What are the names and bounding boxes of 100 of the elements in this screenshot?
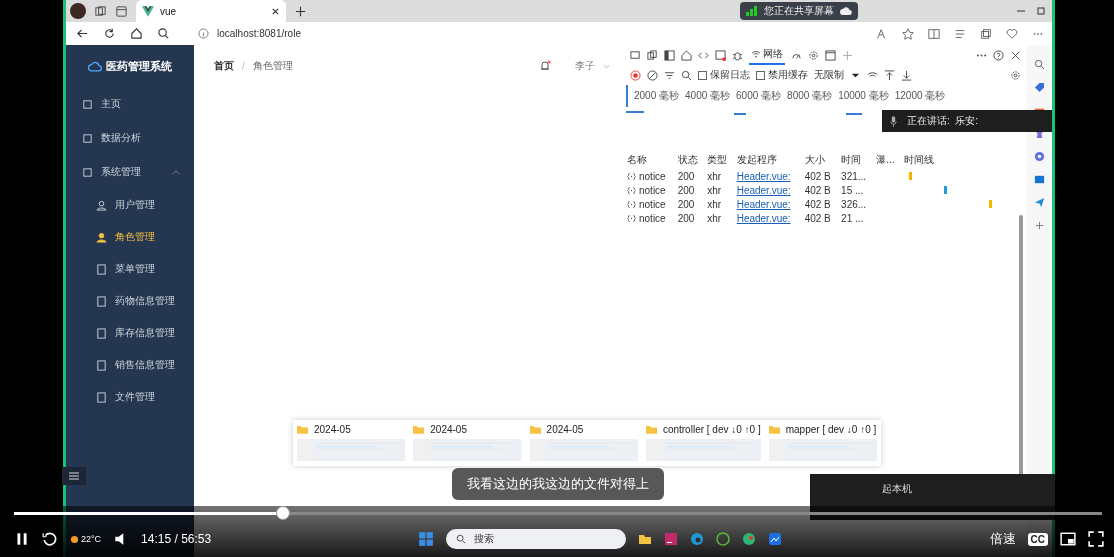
- reload-icon[interactable]: [103, 27, 116, 40]
- column-header[interactable]: 发起程序: [733, 151, 802, 169]
- throttle-dropdown[interactable]: 无限制: [814, 68, 844, 82]
- progress-track[interactable]: [14, 512, 1102, 515]
- table-cell-text: xhr: [706, 169, 723, 183]
- tabs-icon[interactable]: [115, 4, 128, 18]
- column-header[interactable]: 瀑...: [873, 151, 901, 169]
- new-tab-icon[interactable]: [294, 4, 307, 18]
- search-icon[interactable]: [157, 27, 170, 40]
- meeting-icon[interactable]: [768, 532, 783, 546]
- menu-icon[interactable]: [62, 467, 86, 485]
- picture-in-picture-icon[interactable]: [1060, 531, 1076, 547]
- timeline-tick: 12000 毫秒: [894, 89, 946, 103]
- column-header[interactable]: 类型: [704, 151, 734, 169]
- sidebar-subitem[interactable]: 角色管理: [66, 221, 194, 253]
- upload-icon[interactable]: [884, 69, 895, 81]
- copilot-icon[interactable]: [1034, 151, 1045, 162]
- copy-icon[interactable]: [647, 49, 658, 61]
- edge-icon[interactable]: [690, 532, 705, 546]
- chat-icon[interactable]: [742, 532, 757, 546]
- back-icon[interactable]: [76, 27, 89, 40]
- download-icon[interactable]: [901, 69, 912, 81]
- heart-icon[interactable]: [1006, 27, 1018, 40]
- window-thumbnail[interactable]: 2024-05: [293, 420, 410, 466]
- bug-icon[interactable]: [732, 49, 743, 61]
- settings-icon[interactable]: [1010, 69, 1021, 81]
- initiator-link[interactable]: Header.vue:: [736, 198, 791, 210]
- sidebar-subitem[interactable]: 库存信息管理: [66, 317, 194, 349]
- replay-icon[interactable]: [42, 531, 58, 547]
- record-icon[interactable]: [630, 69, 641, 81]
- read-aloud-icon[interactable]: [876, 27, 888, 40]
- address-field[interactable]: localhost:8081/role: [198, 28, 301, 39]
- device-icon[interactable]: [630, 49, 641, 61]
- column-header[interactable]: 时间: [838, 151, 874, 169]
- sidebar-subitem[interactable]: 菜单管理: [66, 253, 194, 285]
- search-icon[interactable]: [681, 69, 692, 81]
- collections-icon[interactable]: [980, 27, 992, 40]
- home-icon[interactable]: [130, 27, 143, 40]
- checkbox[interactable]: 保留日志: [698, 68, 750, 82]
- column-header[interactable]: 状态: [674, 151, 705, 169]
- window-thumbnail[interactable]: 2024-05: [409, 420, 526, 466]
- column-header[interactable]: 名称: [624, 151, 675, 169]
- timeline-tick: 8000 毫秒: [787, 89, 833, 103]
- star-icon[interactable]: [902, 27, 914, 40]
- speed-button[interactable]: 倍速: [989, 530, 1016, 548]
- outlook-icon[interactable]: [1034, 174, 1045, 185]
- search-icon[interactable]: [1034, 59, 1045, 70]
- browser-tab[interactable]: vue: [136, 0, 286, 22]
- column-header[interactable]: 大小: [801, 151, 839, 169]
- workspaces-icon[interactable]: [94, 4, 107, 18]
- cloud-icon[interactable]: [840, 6, 852, 16]
- window-icon[interactable]: [825, 49, 836, 61]
- window-thumbnail[interactable]: controller [ dev ↓0 ↑0 ]: [641, 420, 765, 466]
- captions-button[interactable]: CC: [1027, 532, 1048, 546]
- menu-item-icon: [96, 263, 107, 275]
- sidebar-subitem[interactable]: 用户管理: [66, 189, 194, 221]
- sidebar-item[interactable]: 数据分析: [66, 121, 194, 155]
- taskbar-search-field[interactable]: 搜索: [446, 529, 627, 549]
- weather-text[interactable]: 22°C: [81, 534, 102, 544]
- close-icon[interactable]: [1010, 49, 1021, 61]
- close-icon[interactable]: [271, 6, 280, 16]
- settings-icon[interactable]: [808, 49, 819, 61]
- progress-handle[interactable]: [275, 506, 290, 520]
- send-icon[interactable]: [1034, 197, 1045, 208]
- menu-item-icon: [96, 231, 107, 243]
- filter-icon[interactable]: [664, 69, 675, 81]
- window-thumbnail[interactable]: 2024-05: [525, 420, 642, 466]
- favorites-icon[interactable]: [954, 27, 966, 40]
- initiator-link[interactable]: Header.vue:: [736, 184, 791, 196]
- xbox-icon[interactable]: [716, 532, 731, 546]
- window-thumbnail[interactable]: mapper [ dev ↓0 ↑0 ]: [764, 420, 881, 466]
- breadcrumb-link[interactable]: 首页: [214, 59, 234, 73]
- console-icon[interactable]: [715, 49, 726, 61]
- initiator-link[interactable]: Header.vue:: [736, 212, 791, 224]
- sidebar-item[interactable]: 系统管理: [66, 155, 194, 189]
- dock-icon[interactable]: [664, 49, 675, 61]
- sidebar-subitem[interactable]: 销售信息管理: [66, 349, 194, 381]
- windows-start-icon[interactable]: [418, 531, 435, 547]
- fullscreen-icon[interactable]: [1088, 531, 1104, 547]
- column-header[interactable]: 时间线: [901, 151, 1027, 169]
- network-tab[interactable]: 网络: [749, 45, 785, 65]
- bell-icon[interactable]: [539, 60, 551, 72]
- checkbox[interactable]: 禁用缓存: [756, 68, 808, 82]
- add-icon[interactable]: [1034, 220, 1045, 231]
- avatar-icon[interactable]: [70, 3, 86, 19]
- timeline-tick: 4000 毫秒: [685, 89, 731, 103]
- sidebar-subitem[interactable]: 药物信息管理: [66, 285, 194, 317]
- clear-icon[interactable]: [647, 69, 658, 81]
- initiator-link[interactable]: Header.vue:: [736, 170, 791, 182]
- split-screen-icon[interactable]: [928, 27, 940, 40]
- help-icon[interactable]: [993, 49, 1004, 61]
- ide-icon[interactable]: [664, 532, 679, 546]
- sidebar-item[interactable]: 主页: [66, 87, 194, 121]
- restore-icon[interactable]: [1036, 6, 1046, 16]
- sidebar-subitem[interactable]: 文件管理: [66, 381, 194, 413]
- tag-icon[interactable]: [1034, 82, 1045, 93]
- pause-icon[interactable]: [14, 531, 30, 547]
- explorer-icon[interactable]: [638, 532, 653, 546]
- user-menu[interactable]: 李子: [575, 59, 595, 73]
- sun-icon[interactable]: [70, 534, 79, 544]
